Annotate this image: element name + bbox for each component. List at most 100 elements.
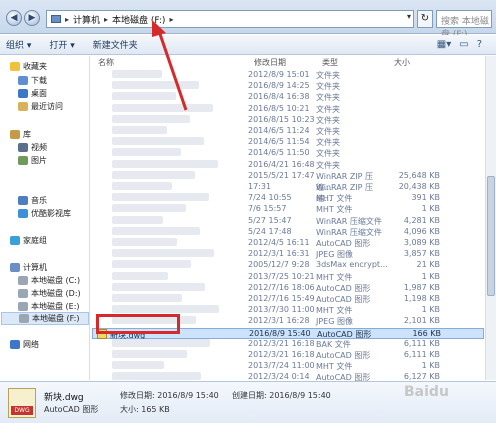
file-row[interactable]: 2016/8/15 10:23 文件夹 (92, 114, 484, 126)
drive-icon (18, 276, 28, 285)
nav-drive-c[interactable]: 本地磁盘 (C:) (18, 274, 80, 287)
file-date: 2012/7/16 15:49 (248, 294, 315, 303)
file-row[interactable]: 5/27 15:47 WinRAR 压缩文件 4,281 KB (92, 215, 484, 227)
address-bar[interactable]: ▸ 计算机 ▸ 本地磁盘 (F:) ▸ ▾ (46, 10, 414, 28)
file-size: 1 KB (421, 271, 440, 281)
view-options-icon[interactable]: ▦▾ (437, 39, 451, 50)
nav-desktop[interactable]: 桌面 (18, 87, 47, 100)
redacted-filename (112, 137, 204, 146)
file-name (92, 170, 248, 182)
nav-network[interactable]: 网络 (10, 338, 39, 351)
file-row[interactable]: 2012/3/1 16:31 JPEG 图像 3,857 KB (92, 249, 484, 260)
file-row[interactable]: 2012/3/21 16:18 AutoCAD 图形 6,111 KB (92, 350, 484, 361)
file-row[interactable]: 2016/8/5 10:21 文件夹 (92, 103, 484, 115)
file-type: WinRAR 压缩文件 (316, 227, 382, 237)
file-row[interactable]: 2016/4/21 16:48 文件夹 (92, 159, 484, 171)
file-row[interactable]: 2014/6/5 11:24 文件夹 (92, 126, 484, 137)
file-type: BAK 文件 (316, 339, 351, 349)
file-row[interactable]: 7/6 15:57 MHT 文件 1 KB (92, 204, 484, 215)
nav-drive-f[interactable]: 本地磁盘 (F:) (1, 312, 89, 325)
back-button[interactable]: ◀ (6, 10, 22, 26)
file-row[interactable]: 2016/8/4 16:38 文件夹 (92, 92, 484, 103)
new-folder-button[interactable]: 新建文件夹 (93, 38, 138, 51)
navigation-pane: 收藏夹 下载 桌面 最近访问 库 视频 图片 音乐 优酷影视库 家庭组 计算机 … (0, 56, 90, 380)
help-icon[interactable]: ? (477, 39, 482, 50)
nav-drive-d[interactable]: 本地磁盘 (D:) (18, 287, 81, 300)
file-size (388, 148, 440, 159)
nav-computer[interactable]: 计算机 (10, 261, 47, 274)
file-size (388, 115, 440, 126)
column-size[interactable]: 大小 (388, 56, 440, 70)
redacted-filename (112, 238, 177, 246)
redacted-filename (112, 114, 190, 123)
file-row[interactable]: 2014/6/5 11:54 文件夹 (92, 137, 484, 148)
file-type: MHT 文件 (316, 205, 353, 215)
search-input[interactable]: 搜索 本地磁盘 (F:) (436, 10, 492, 40)
address-chevron-icon[interactable]: ▸ (65, 15, 69, 24)
nav-youku[interactable]: 优酷影视库 (18, 207, 71, 220)
file-size: 25,648 KB (398, 170, 440, 180)
file-row[interactable]: 2012/4/5 16:11 AutoCAD 图形 3,089 KB (92, 238, 484, 249)
column-type[interactable]: 类型 (316, 56, 388, 70)
file-date: 2016/8/4 16:38 (248, 92, 310, 102)
file-row[interactable]: 5/24 17:48 WinRAR 压缩文件 4,096 KB (92, 226, 484, 238)
file-type: MHT 文件 (316, 362, 353, 372)
nav-pictures[interactable]: 图片 (18, 154, 47, 167)
file-row[interactable]: 2012/3/21 16:18 BAK 文件 6,111 KB (92, 338, 484, 350)
details-created: 创建日期: 2016/8/9 15:40 (232, 391, 331, 400)
recent-places-icon (18, 102, 28, 111)
file-size: 1 KB (421, 361, 440, 371)
file-row[interactable]: 2013/7/25 10:21 MHT 文件 1 KB (92, 271, 484, 283)
command-toolbar: 组织 ▾ 打开 ▾ 新建文件夹 ▦▾ ▭ ? (0, 35, 496, 55)
file-row[interactable]: 7/24 10:55 MHT 文件 391 KB (92, 193, 484, 204)
open-button[interactable]: 打开 ▾ (49, 38, 74, 51)
nav-recent[interactable]: 最近访问 (18, 100, 63, 113)
redacted-filename (112, 372, 201, 381)
file-type: MHT 文件 (316, 306, 353, 316)
file-row[interactable]: 2012/7/16 18:06 AutoCAD 图形 1,987 KB (92, 282, 484, 294)
file-type: 文件夹 (316, 104, 340, 114)
nav-video[interactable]: 视频 (18, 141, 47, 154)
nav-downloads[interactable]: 下载 (18, 74, 47, 87)
file-row[interactable]: 17:31 WinRAR ZIP 压缩... 20,438 KB (92, 182, 484, 203)
address-chevron-icon[interactable]: ▸ (104, 15, 108, 24)
file-date: 17:31 (248, 182, 272, 191)
address-chevron-icon[interactable]: ▸ (169, 15, 173, 24)
drive-icon (18, 302, 28, 311)
file-row[interactable]: 2015/5/21 17:47 WinRAR ZIP 压缩... 25,648 KB (92, 170, 484, 192)
redacted-filename (112, 260, 191, 269)
refresh-button[interactable]: ↻ (417, 10, 433, 28)
nav-library[interactable]: 库 (10, 128, 31, 141)
nav-music[interactable]: 音乐 (18, 194, 47, 207)
nav-favorites[interactable]: 收藏夹 (10, 60, 47, 73)
file-name (92, 81, 248, 92)
file-type: 文件夹 (316, 82, 340, 92)
preview-pane-icon[interactable]: ▭ (459, 39, 468, 50)
scrollbar-thumb[interactable] (487, 176, 495, 296)
file-row[interactable]: 2014/6/5 11:50 文件夹 (92, 148, 484, 159)
nav-homegroup[interactable]: 家庭组 (10, 234, 47, 247)
redacted-filename (112, 305, 219, 314)
breadcrumb-drive-f[interactable]: 本地磁盘 (F:) (112, 13, 165, 26)
file-row[interactable]: 2005/12/7 9:28 3dsMax encrypt... 21 KB (92, 260, 484, 271)
file-name (92, 350, 248, 361)
file-date: 2012/3/21 16:18 (248, 338, 315, 348)
file-row[interactable]: 2012/7/16 15:49 AutoCAD 图形 1,198 KB (92, 294, 484, 305)
address-history-dropdown-icon[interactable]: ▾ (407, 12, 411, 21)
file-name (92, 215, 248, 227)
details-modified: 修改日期: 2016/8/9 15:40 (120, 391, 219, 400)
column-name[interactable]: 名称 (92, 56, 248, 70)
breadcrumb-computer[interactable]: 计算机 (73, 13, 100, 26)
file-type: JPEG 图像 (316, 250, 353, 260)
file-row[interactable]: 2016/8/9 14:25 文件夹 (92, 81, 484, 92)
file-date: 2013/7/24 11:00 (248, 361, 315, 371)
file-name (92, 271, 248, 283)
file-size: 1 KB (421, 305, 440, 315)
column-date[interactable]: 修改日期 (248, 56, 316, 70)
file-size: 3,857 KB (403, 249, 440, 259)
forward-button[interactable]: ▶ (24, 10, 40, 26)
file-row[interactable]: 2012/8/9 15:01 文件夹 (92, 70, 484, 81)
file-row[interactable]: 2013/7/24 11:00 MHT 文件 1 KB (92, 361, 484, 372)
vertical-scrollbar[interactable] (485, 56, 496, 380)
organize-button[interactable]: 组织 ▾ (6, 38, 31, 51)
